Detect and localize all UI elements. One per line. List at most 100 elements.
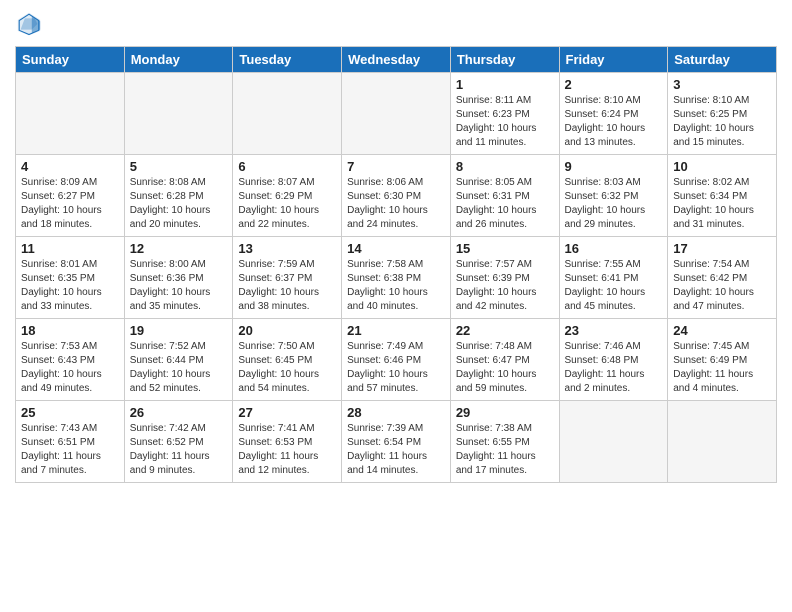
day-number: 11: [21, 241, 119, 256]
calendar-cell: 7Sunrise: 8:06 AMSunset: 6:30 PMDaylight…: [342, 155, 451, 237]
calendar-cell: 15 Sunrise: 7:57 AMSunset: 6:39 PMDayligh…: [450, 237, 559, 319]
calendar-cell: 11 Sunrise: 8:01 AMSunset: 6:35 PMDayligh…: [16, 237, 125, 319]
calendar-cell: 22 Sunrise: 7:48 AMSunset: 6:47 PMDayligh…: [450, 319, 559, 401]
day-info: Sunrise: 7:48 AMSunset: 6:47 PMDaylight:…: [456, 340, 554, 396]
day-number: 27: [238, 405, 336, 420]
day-number: 1: [456, 77, 554, 92]
calendar-cell: 9 Sunrise: 8:03 AMSunset: 6:32 PMDaylight…: [559, 155, 668, 237]
calendar-cell: 14 Sunrise: 7:58 AMSunset: 6:38 PMDayligh…: [342, 237, 451, 319]
day-info: Sunrise: 7:41 AMSunset: 6:53 PMDaylight:…: [238, 422, 336, 478]
day-header-wednesday: Wednesday: [342, 47, 451, 73]
day-header-sunday: Sunday: [16, 47, 125, 73]
calendar-cell: 29 Sunrise: 7:38 AMSunset: 6:55 PMDayligh…: [450, 401, 559, 483]
calendar-cell: [559, 401, 668, 483]
week-row-3: 11 Sunrise: 8:01 AMSunset: 6:35 PMDayligh…: [16, 237, 777, 319]
day-number: 4: [21, 159, 119, 174]
day-number: 22: [456, 323, 554, 338]
day-number: 10: [673, 159, 771, 174]
day-info: Sunrise: 7:45 AMSunset: 6:49 PMDaylight:…: [673, 340, 771, 396]
day-info: Sunrise: 7:42 AMSunset: 6:52 PMDaylight:…: [130, 422, 228, 478]
day-info: Sunrise: 8:07 AMSunset: 6:29 PMDaylight:…: [238, 176, 336, 232]
day-info: Sunrise: 7:53 AMSunset: 6:43 PMDaylight:…: [21, 340, 119, 396]
day-info: Sunrise: 8:00 AMSunset: 6:36 PMDaylight:…: [130, 258, 228, 314]
day-number: 7: [347, 159, 445, 174]
logo: [15, 10, 47, 38]
calendar-cell: 26 Sunrise: 7:42 AMSunset: 6:52 PMDayligh…: [124, 401, 233, 483]
day-header-friday: Friday: [559, 47, 668, 73]
calendar-cell: 28Sunrise: 7:39 AMSunset: 6:54 PMDayligh…: [342, 401, 451, 483]
week-row-2: 4 Sunrise: 8:09 AMSunset: 6:27 PMDaylight…: [16, 155, 777, 237]
week-row-1: 1 Sunrise: 8:11 AMSunset: 6:23 PMDaylight…: [16, 73, 777, 155]
week-row-4: 18 Sunrise: 7:53 AMSunset: 6:43 PMDayligh…: [16, 319, 777, 401]
week-row-5: 25Sunrise: 7:43 AMSunset: 6:51 PMDayligh…: [16, 401, 777, 483]
day-number: 8: [456, 159, 554, 174]
day-info: Sunrise: 8:10 AMSunset: 6:24 PMDaylight:…: [565, 94, 663, 150]
calendar-cell: 1 Sunrise: 8:11 AMSunset: 6:23 PMDaylight…: [450, 73, 559, 155]
day-info: Sunrise: 7:38 AMSunset: 6:55 PMDaylight:…: [456, 422, 554, 478]
day-number: 17: [673, 241, 771, 256]
calendar-cell: 17 Sunrise: 7:54 AMSunset: 6:42 PMDayligh…: [668, 237, 777, 319]
day-number: 24: [673, 323, 771, 338]
day-info: Sunrise: 7:55 AMSunset: 6:41 PMDaylight:…: [565, 258, 663, 314]
day-number: 20: [238, 323, 336, 338]
day-info: Sunrise: 7:49 AMSunset: 6:46 PMDaylight:…: [347, 340, 445, 396]
day-number: 6: [238, 159, 336, 174]
day-info: Sunrise: 7:52 AMSunset: 6:44 PMDaylight:…: [130, 340, 228, 396]
day-info: Sunrise: 7:39 AMSunset: 6:54 PMDaylight:…: [347, 422, 445, 478]
calendar-cell: [16, 73, 125, 155]
day-number: 29: [456, 405, 554, 420]
day-info: Sunrise: 8:01 AMSunset: 6:35 PMDaylight:…: [21, 258, 119, 314]
day-info: Sunrise: 8:09 AMSunset: 6:27 PMDaylight:…: [21, 176, 119, 232]
calendar-cell: 13 Sunrise: 7:59 AMSunset: 6:37 PMDayligh…: [233, 237, 342, 319]
day-number: 15: [456, 241, 554, 256]
calendar-cell: [124, 73, 233, 155]
logo-icon: [15, 10, 43, 38]
day-info: Sunrise: 7:46 AMSunset: 6:48 PMDaylight:…: [565, 340, 663, 396]
day-info: Sunrise: 7:50 AMSunset: 6:45 PMDaylight:…: [238, 340, 336, 396]
header-row: SundayMondayTuesdayWednesdayThursdayFrid…: [16, 47, 777, 73]
day-info: Sunrise: 7:54 AMSunset: 6:42 PMDaylight:…: [673, 258, 771, 314]
day-number: 14: [347, 241, 445, 256]
day-header-tuesday: Tuesday: [233, 47, 342, 73]
day-number: 13: [238, 241, 336, 256]
calendar-cell: 2 Sunrise: 8:10 AMSunset: 6:24 PMDaylight…: [559, 73, 668, 155]
day-header-monday: Monday: [124, 47, 233, 73]
calendar-cell: 18 Sunrise: 7:53 AMSunset: 6:43 PMDayligh…: [16, 319, 125, 401]
calendar-cell: 27 Sunrise: 7:41 AMSunset: 6:53 PMDayligh…: [233, 401, 342, 483]
day-header-saturday: Saturday: [668, 47, 777, 73]
calendar-cell: [668, 401, 777, 483]
calendar-cell: 21 Sunrise: 7:49 AMSunset: 6:46 PMDayligh…: [342, 319, 451, 401]
calendar-cell: 16 Sunrise: 7:55 AMSunset: 6:41 PMDayligh…: [559, 237, 668, 319]
calendar-cell: 24 Sunrise: 7:45 AMSunset: 6:49 PMDayligh…: [668, 319, 777, 401]
calendar-cell: 19 Sunrise: 7:52 AMSunset: 6:44 PMDayligh…: [124, 319, 233, 401]
calendar-cell: 25Sunrise: 7:43 AMSunset: 6:51 PMDayligh…: [16, 401, 125, 483]
calendar-cell: 6 Sunrise: 8:07 AMSunset: 6:29 PMDaylight…: [233, 155, 342, 237]
calendar-table: SundayMondayTuesdayWednesdayThursdayFrid…: [15, 46, 777, 483]
day-number: 19: [130, 323, 228, 338]
calendar-cell: 5Sunrise: 8:08 AMSunset: 6:28 PMDaylight…: [124, 155, 233, 237]
day-info: Sunrise: 7:57 AMSunset: 6:39 PMDaylight:…: [456, 258, 554, 314]
calendar-cell: 20 Sunrise: 7:50 AMSunset: 6:45 PMDayligh…: [233, 319, 342, 401]
day-info: Sunrise: 8:05 AMSunset: 6:31 PMDaylight:…: [456, 176, 554, 232]
header: [15, 10, 777, 38]
day-number: 25: [21, 405, 119, 420]
day-number: 12: [130, 241, 228, 256]
day-number: 16: [565, 241, 663, 256]
calendar-cell: 23Sunrise: 7:46 AMSunset: 6:48 PMDayligh…: [559, 319, 668, 401]
calendar-cell: 10Sunrise: 8:02 AMSunset: 6:34 PMDayligh…: [668, 155, 777, 237]
calendar-cell: 3 Sunrise: 8:10 AMSunset: 6:25 PMDaylight…: [668, 73, 777, 155]
day-number: 3: [673, 77, 771, 92]
day-info: Sunrise: 7:59 AMSunset: 6:37 PMDaylight:…: [238, 258, 336, 314]
day-number: 18: [21, 323, 119, 338]
day-number: 21: [347, 323, 445, 338]
day-number: 2: [565, 77, 663, 92]
day-number: 26: [130, 405, 228, 420]
page: SundayMondayTuesdayWednesdayThursdayFrid…: [0, 0, 792, 498]
day-info: Sunrise: 8:11 AMSunset: 6:23 PMDaylight:…: [456, 94, 554, 150]
day-info: Sunrise: 8:10 AMSunset: 6:25 PMDaylight:…: [673, 94, 771, 150]
day-info: Sunrise: 8:08 AMSunset: 6:28 PMDaylight:…: [130, 176, 228, 232]
day-info: Sunrise: 7:58 AMSunset: 6:38 PMDaylight:…: [347, 258, 445, 314]
day-info: Sunrise: 8:03 AMSunset: 6:32 PMDaylight:…: [565, 176, 663, 232]
calendar-cell: [233, 73, 342, 155]
day-number: 9: [565, 159, 663, 174]
